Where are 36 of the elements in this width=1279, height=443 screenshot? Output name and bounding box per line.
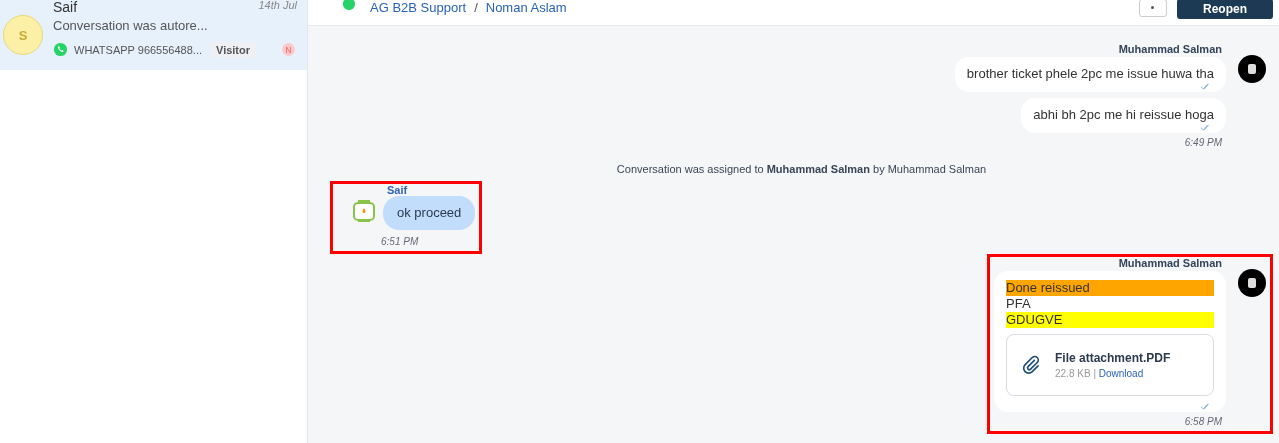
breadcrumb-separator: /: [474, 0, 478, 15]
download-link[interactable]: Download: [1098, 368, 1144, 379]
file-name: File attachment.PDF: [1055, 351, 1171, 365]
avatar-icon: [1238, 55, 1266, 83]
activity-message: Conversation was assigned to Muhammad Salman by Muhammad Salman: [615, 163, 988, 175]
separator: |: [1093, 368, 1096, 379]
timestamp: 6:51 PM: [381, 236, 419, 247]
message-text: PFA: [1006, 296, 1032, 312]
file-size: 22.8 KB: [1055, 368, 1091, 379]
sender-name: Muhammad Salman: [1118, 257, 1222, 269]
avatar-icon: [1238, 269, 1266, 297]
sender-name: Saif: [387, 184, 408, 196]
dot-icon: [1151, 6, 1155, 9]
breadcrumb-link[interactable]: Noman Aslam: [485, 0, 567, 15]
message-text: brother ticket phele 2pc me issue huwa tha: [966, 66, 1214, 82]
message-preview: Conversation was autore...: [53, 17, 209, 33]
attachment-card[interactable]: File attachment.PDF 22.8 KB | Download: [1006, 334, 1214, 396]
more-button[interactable]: [1139, 0, 1167, 17]
breadcrumb-link[interactable]: AG B2B Support: [370, 0, 467, 15]
timestamp: 6:58 PM: [1184, 416, 1222, 427]
conversation-item[interactable]: S Saif 14th Jul Conversation was autore... WHATSAPP 966556488... Visitor N: [0, 0, 307, 70]
message-text: ok proceed: [397, 205, 462, 221]
contact-name: Saif: [53, 0, 78, 15]
channel-label: WHATSAPP 966556488...: [74, 43, 202, 56]
lantern-icon: [351, 198, 377, 224]
message-text: Done reissued: [1006, 280, 1214, 296]
avatar: S: [3, 15, 43, 55]
message-text: abhi bh 2pc me hi reissue hoga: [1033, 107, 1214, 123]
visitor-tag: Visitor: [210, 41, 257, 58]
timestamp: 6:49 PM: [1184, 137, 1222, 148]
status-badge: N: [282, 43, 296, 56]
timestamp: 14th Jul: [258, 0, 297, 13]
message-text: GDUGVE: [1006, 312, 1214, 328]
paperclip-icon: [1021, 355, 1041, 375]
reopen-button[interactable]: Reopen: [1177, 0, 1273, 19]
sender-name: Muhammad Salman: [1118, 43, 1222, 55]
